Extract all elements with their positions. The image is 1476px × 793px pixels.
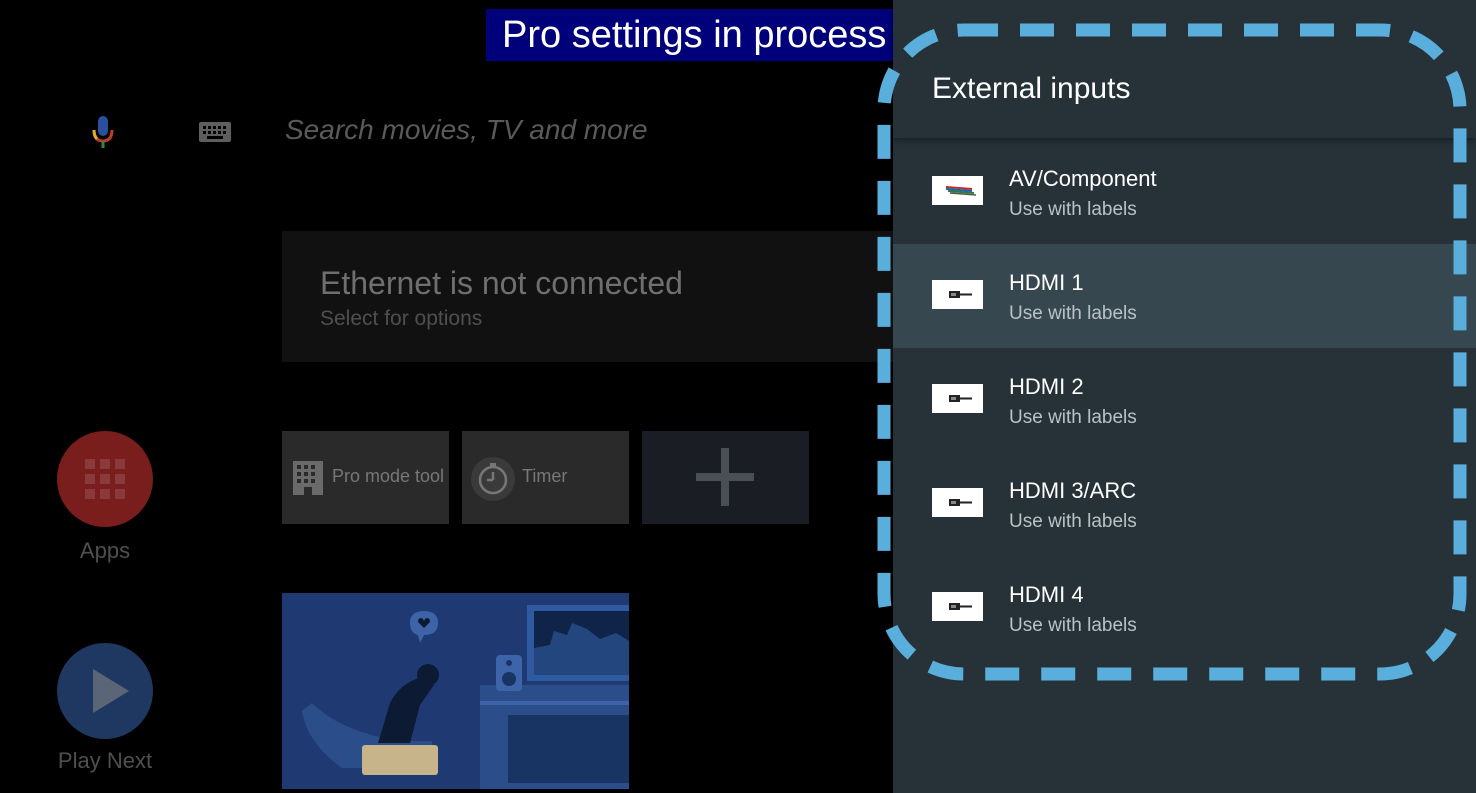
input-name: HDMI 3/ARC: [1009, 478, 1137, 503]
keyboard-icon[interactable]: [198, 119, 234, 145]
hdmi-icon: [932, 280, 983, 309]
input-subtitle: Use with labels: [1009, 303, 1137, 324]
input-item-hdmi-2[interactable]: HDMI 2 Use with labels: [893, 348, 1476, 452]
play-next-button[interactable]: [57, 643, 153, 739]
timer-tile[interactable]: Timer: [462, 431, 629, 524]
input-item-hdmi-1[interactable]: HDMI 1 Use with labels: [893, 244, 1476, 348]
plus-icon: [696, 448, 754, 506]
external-inputs-panel: External inputs AV/Component Use with la…: [893, 0, 1476, 793]
apps-grid-icon: [85, 459, 125, 499]
input-subtitle: Use with labels: [1009, 407, 1137, 428]
hdmi-icon: [932, 384, 983, 413]
search-input[interactable]: Search movies, TV and more: [285, 114, 648, 146]
input-item-hdmi-3-arc[interactable]: HDMI 3/ARC Use with labels: [893, 452, 1476, 556]
input-subtitle: Use with labels: [1009, 511, 1137, 532]
input-item-av-component[interactable]: AV/Component Use with labels: [893, 140, 1476, 244]
av-cable-icon: [932, 176, 983, 205]
apps-button[interactable]: [57, 431, 153, 527]
network-status-title: Ethernet is not connected: [320, 265, 683, 301]
input-subtitle: Use with labels: [1009, 199, 1137, 220]
hdmi-icon: [932, 488, 983, 517]
network-status-card[interactable]: Ethernet is not connected Select for opt…: [282, 231, 902, 362]
pro-mode-tool-label: Pro mode tool: [332, 466, 445, 486]
panel-title: External inputs: [932, 72, 1131, 105]
add-tile-button[interactable]: [642, 431, 809, 524]
apps-label: Apps: [79, 538, 131, 563]
panel-header: External inputs: [893, 0, 1476, 138]
pro-settings-banner: Pro settings in process: [486, 9, 913, 61]
play-next-label: Play Next: [57, 748, 153, 773]
input-item-hdmi-4[interactable]: HDMI 4 Use with labels: [893, 556, 1476, 660]
input-name: HDMI 4: [1009, 582, 1084, 607]
timer-icon: [471, 457, 515, 501]
input-subtitle: Use with labels: [1009, 615, 1137, 636]
play-icon: [93, 669, 129, 713]
hdmi-icon: [932, 592, 983, 621]
pro-mode-icon: [293, 461, 323, 495]
input-name: AV/Component: [1009, 166, 1157, 191]
input-name: HDMI 1: [1009, 270, 1084, 295]
timer-label: Timer: [522, 466, 568, 486]
mic-icon[interactable]: [88, 112, 118, 152]
network-status-subtitle: Select for options: [320, 307, 483, 330]
promo-illustration[interactable]: [282, 593, 629, 789]
pro-mode-tool-tile[interactable]: Pro mode tool: [282, 431, 449, 524]
input-list: AV/Component Use with labels HDMI 1 Use …: [893, 140, 1476, 660]
input-name: HDMI 2: [1009, 374, 1084, 399]
